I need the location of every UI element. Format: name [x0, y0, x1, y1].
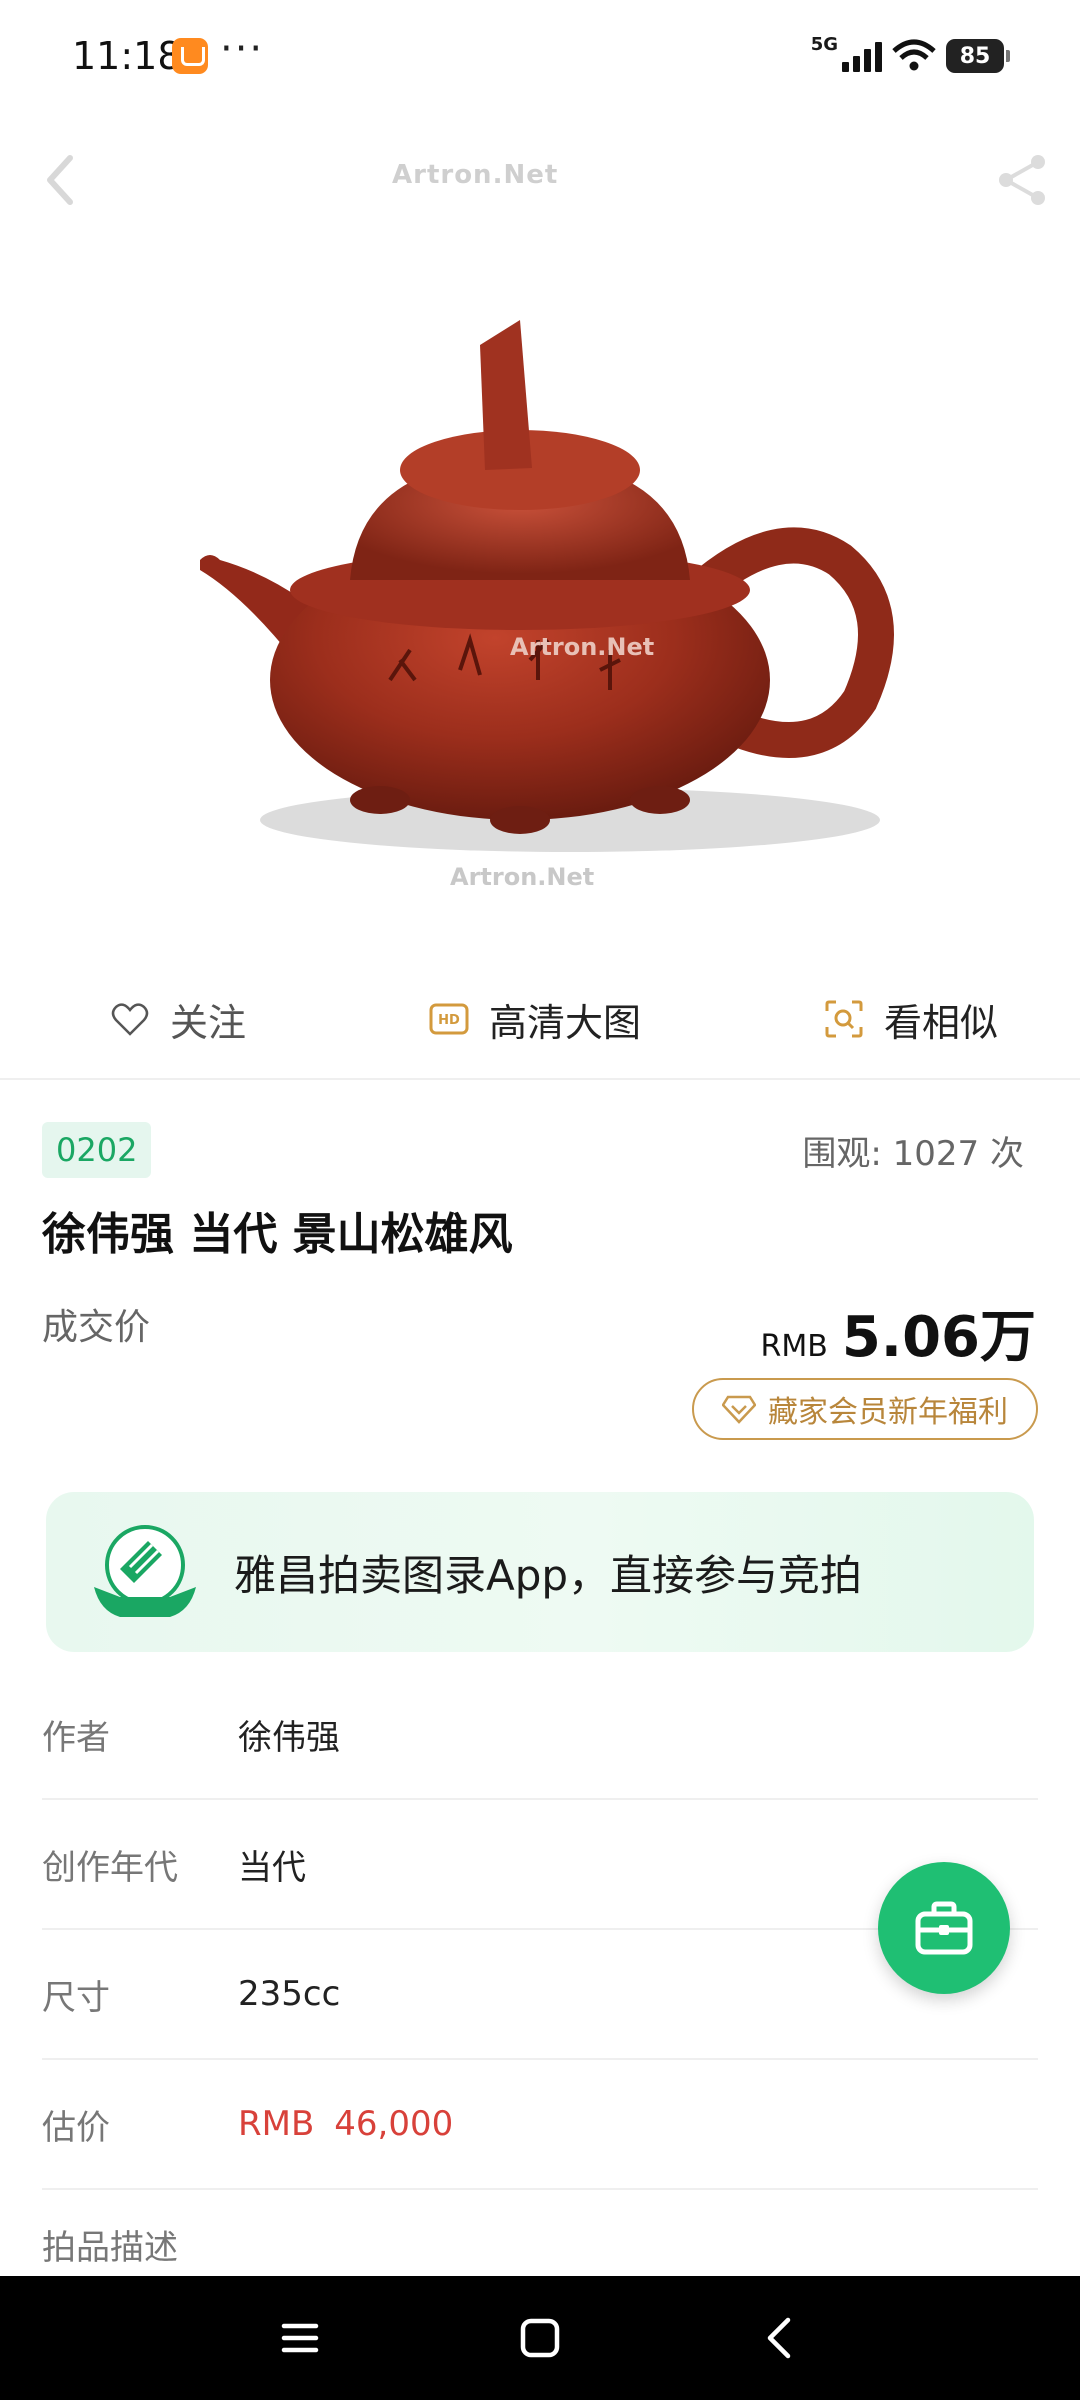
battery-icon: 85 — [946, 39, 1010, 73]
share-icon[interactable] — [994, 152, 1050, 208]
diamond-icon — [722, 1395, 756, 1424]
menu-icon[interactable] — [270, 2308, 330, 2368]
back-icon[interactable] — [38, 150, 82, 210]
action-row: 关注 HD 高清大图 看相似 — [0, 960, 1080, 1080]
status-indicators: 5G 85 — [810, 33, 1010, 76]
estimate-value: RMB 46,000 — [238, 2104, 473, 2144]
author-value[interactable]: 徐伟强 — [238, 1710, 340, 1759]
watermark-text: Artron.Net — [392, 160, 559, 190]
lot-number-badge: 0202 — [42, 1122, 152, 1178]
signal-icon — [842, 40, 882, 72]
estimate-amount: 46,000 — [334, 2104, 454, 2144]
back-nav-icon[interactable] — [750, 2308, 810, 2368]
more-notifications-icon: ··· — [220, 26, 265, 72]
home-icon[interactable] — [510, 2308, 570, 2368]
status-time: 11:18 — [72, 34, 182, 78]
heart-icon — [111, 1003, 149, 1036]
vip-benefit-button[interactable]: 藏家会员新年福利 — [692, 1378, 1038, 1440]
hero-image-area[interactable]: Artron.Net Artron.Net Artron.Net — [0, 110, 1080, 950]
era-label: 创作年代 — [42, 1847, 178, 1888]
teapot-image[interactable]: Artron.Net Artron.Net — [180, 260, 920, 920]
price-currency: RMB — [760, 1329, 828, 1364]
briefcase-icon — [915, 1901, 973, 1955]
find-similar-label: 看相似 — [883, 1000, 998, 1045]
detail-row-estimate: 估价 RMB 46,000 — [42, 2060, 1038, 2190]
detail-row-author: 作者 徐伟强 — [42, 1670, 1038, 1800]
price-value: 5.06万 — [841, 1305, 1036, 1370]
find-similar-button[interactable]: 看相似 — [824, 992, 998, 1047]
scan-icon — [825, 1000, 863, 1038]
wifi-icon — [892, 39, 936, 73]
floating-briefcase-button[interactable] — [878, 1862, 1010, 1994]
estimate-currency: RMB — [238, 2104, 315, 2144]
teapot-watermark: Artron.Net — [510, 633, 654, 661]
size-value: 235cc — [238, 1974, 341, 2014]
app-promo-text: 雅昌拍卖图录App，直接参与竞拍 — [234, 1550, 863, 1600]
hd-image-button[interactable]: HD 高清大图 — [429, 992, 641, 1047]
lot-info-card: 0202 围观: 1027 次 徐伟强 当代 景山松雄风 成交价 RMB 5.0… — [0, 1080, 1080, 1480]
deal-price: RMB 5.06万 — [761, 1292, 1036, 1373]
artron-logo-icon — [94, 1525, 196, 1617]
description-label: 拍品描述 — [42, 2228, 178, 2268]
follow-button[interactable]: 关注 — [110, 992, 246, 1047]
detail-row-description: 拍品描述 — [42, 2190, 1038, 2290]
app-promo-banner[interactable]: 雅昌拍卖图录App，直接参与竞拍 — [46, 1492, 1034, 1652]
network-type: 5G — [810, 33, 838, 55]
system-nav-bar — [0, 2276, 1080, 2400]
svg-text:HD: HD — [438, 1013, 460, 1028]
size-label: 尺寸 — [42, 1977, 110, 2018]
hd-icon: HD — [429, 1003, 469, 1035]
author-label: 作者 — [42, 1717, 110, 1758]
estimate-label: 估价 — [42, 2107, 110, 2148]
deal-price-label: 成交价 — [42, 1307, 151, 1348]
notification-app-icon — [172, 38, 208, 74]
era-value: 当代 — [238, 1847, 306, 1888]
follow-label: 关注 — [170, 1000, 247, 1045]
teapot-watermark-bottom: Artron.Net — [450, 863, 594, 891]
status-bar: 11:18 ··· 5G 85 — [0, 0, 1080, 110]
vip-benefit-label: 藏家会员新年福利 — [768, 1395, 1008, 1430]
view-count: 围观: 1027 次 — [802, 1134, 1024, 1174]
hd-image-label: 高清大图 — [488, 1000, 641, 1045]
lot-title: 徐伟强 当代 景山松雄风 — [42, 1209, 513, 1260]
